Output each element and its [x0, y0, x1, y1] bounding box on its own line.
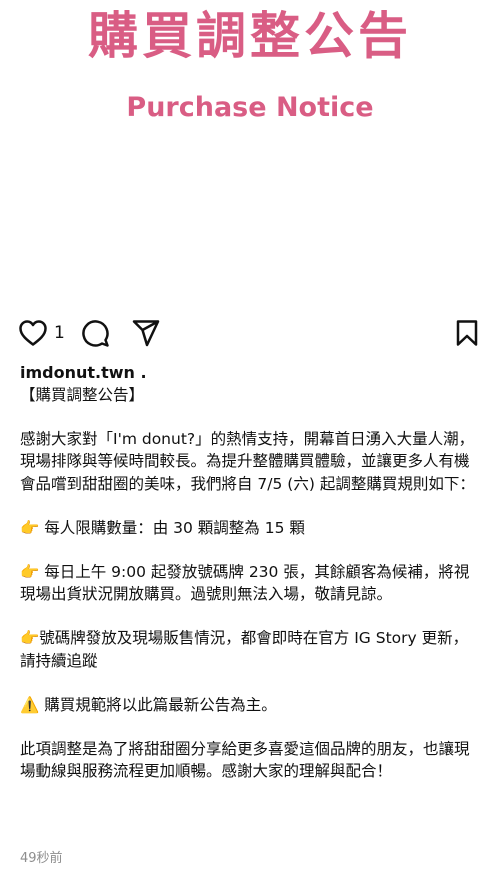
caption-rule-story: 👉號碼牌發放及現場販售情況，都會即時在官方 IG Story 更新，請持續追蹤 [20, 629, 469, 670]
post-timestamp: 49秒前 [20, 851, 63, 866]
headline-english: Purchase Notice [126, 92, 374, 123]
heart-icon[interactable] [18, 319, 48, 347]
comment-bubble-icon[interactable] [80, 318, 110, 348]
bookmark-icon[interactable] [455, 319, 479, 347]
caption-rule-ticket: 👉 每日上午 9:00 起發放號碼牌 230 張，其餘顧客為候補，將視現場出貨狀… [20, 563, 470, 604]
username-link[interactable]: imdonut.twn . [20, 362, 482, 384]
post-caption: imdonut.twn . 【購買調整公告】 感謝大家對「I'm donut?」… [20, 362, 482, 782]
headline-chinese: 購買調整公告 [88, 7, 412, 65]
caption-warning: ⚠️ 購買規範將以此篇最新公告為主。 [20, 695, 277, 714]
like-count[interactable]: 1 [54, 323, 65, 343]
paper-plane-icon[interactable] [131, 319, 161, 347]
caption-title: 【購買調整公告】 [20, 386, 145, 404]
caption-intro: 感謝大家對「I'm donut?」的熱情支持，開幕首日湧入大量人潮，現場排隊與等… [20, 430, 475, 493]
caption-rule-limit: 👉 每人限購數量：由 30 顆調整為 15 顆 [20, 518, 305, 537]
post-image[interactable]: 購買調整公告 Purchase Notice [0, 0, 500, 300]
action-bar: 1 [0, 316, 500, 350]
caption-closing: 此項調整是為了將甜甜圈分享給更多喜愛這個品牌的朋友，也讓現場動線與服務流程更加順… [20, 740, 470, 781]
